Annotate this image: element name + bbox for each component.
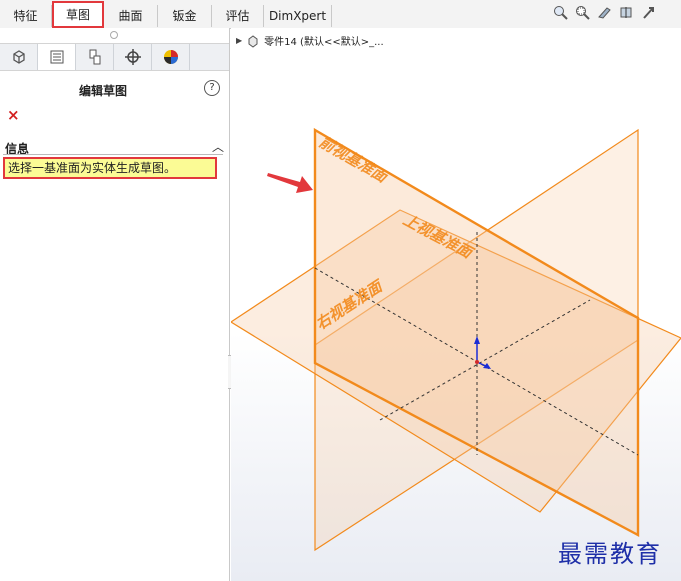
feature-manager-tab[interactable] [0,44,38,70]
graphics-area[interactable]: 前视基准面 上视基准面 右视基准面 [231,28,681,581]
display-manager-tab[interactable] [152,44,190,70]
page-title: 编辑草图 [78,84,127,98]
planes-drawing[interactable]: 前视基准面 上视基准面 右视基准面 [231,28,681,581]
panel-grip-icon[interactable] [110,31,118,39]
divider [3,154,223,155]
configuration-manager-icon [89,49,100,65]
collapse-chevron-icon[interactable]: ︿ [212,138,224,155]
info-message: 选择一基准面为实体生成草图。 [3,157,217,179]
configuration-manager-tab[interactable] [76,44,114,70]
tab-evaluate[interactable]: 评估 [212,5,264,27]
dimxpert-manager-icon [124,49,141,65]
tab-features[interactable]: 特征 [0,5,52,27]
feature-manager-icon [12,50,25,64]
tab-dimxpert[interactable]: DimXpert [264,5,332,27]
property-manager-panel: 编辑草图 ? × 信息 ︿ 选择一基准面为实体生成草图。 [0,28,230,581]
part-name: 零件14 (默认<<默认>_... [264,37,384,48]
pointer-arrow [267,173,313,193]
expand-arrow-icon[interactable]: ▶ [236,36,242,45]
section-view-icon[interactable] [619,5,634,20]
manager-tabs [0,43,229,71]
zoom-area-icon[interactable] [575,5,590,20]
display-manager-icon [163,50,178,64]
help-icon[interactable]: ? [204,80,220,96]
previous-view-icon[interactable] [597,5,612,20]
heads-up-toolbar [553,5,656,20]
close-icon[interactable]: × [7,106,20,124]
property-manager-tab[interactable] [38,44,76,70]
view-orientation-icon[interactable] [641,5,656,20]
feature-tree-root[interactable]: ▶ 零件14 (默认<<默认>_... [236,33,384,48]
tab-sketch[interactable]: 草图 [52,1,104,28]
watermark: 最需教育 [558,540,662,568]
zoom-to-fit-icon[interactable] [553,5,568,20]
tab-sheet-metal[interactable]: 钣金 [158,5,212,27]
property-manager-icon [50,50,63,64]
dimxpert-manager-tab[interactable] [114,44,152,70]
tab-surfaces[interactable]: 曲面 [104,5,158,27]
part-icon [248,34,258,48]
